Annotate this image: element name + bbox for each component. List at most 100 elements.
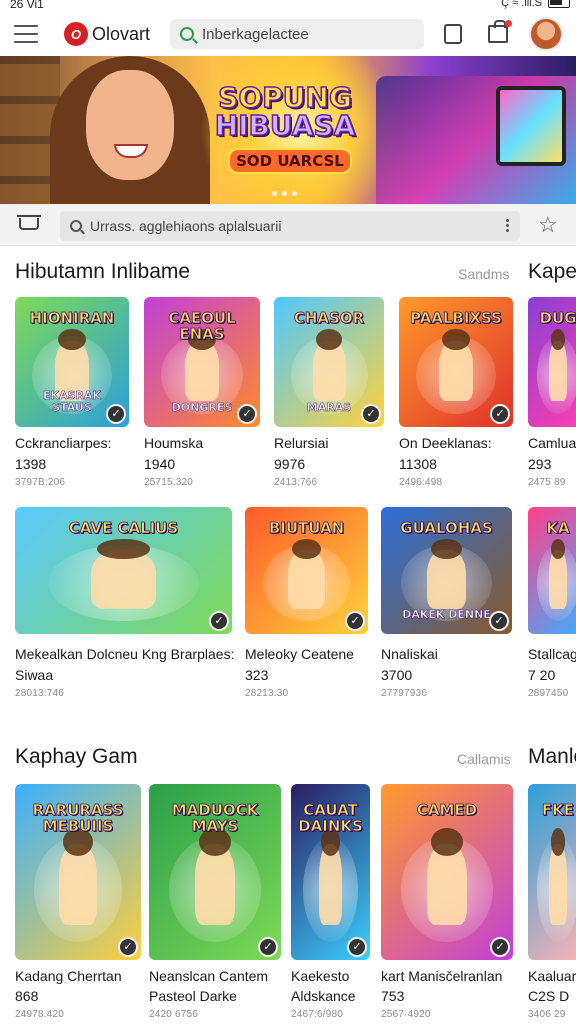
check-icon: ✓ xyxy=(237,404,257,424)
game-count: 11308 xyxy=(399,456,437,472)
battery-icon xyxy=(548,0,570,8)
search-icon xyxy=(70,220,82,232)
game-thumbnail[interactable]: BIUTUAN ✓ xyxy=(245,507,368,634)
game-meta: 2496:498 xyxy=(399,477,443,488)
app-logo[interactable]: O Olovart xyxy=(64,22,150,46)
game-card[interactable]: CAMED ✓ kart Manisčelranlan 753 2567·4920 xyxy=(381,784,513,1023)
more-options-icon[interactable] xyxy=(506,219,510,233)
game-card[interactable]: CAUAT DAINKS ✓ Kaekesto Aldskance 2467:6/980 xyxy=(291,784,370,1023)
check-icon: ✓ xyxy=(106,404,126,424)
check-icon: ✓ xyxy=(258,937,278,957)
game-card[interactable]: DUG Camluar 293 2475 89 xyxy=(528,297,576,491)
banner-person-graphic xyxy=(50,56,210,204)
game-card[interactable]: CAEOUL ENAS DONGRES ✓ Houmska 1940 25715:320 xyxy=(144,297,260,491)
game-thumbnail[interactable]: DUG xyxy=(528,297,576,427)
status-icons: Ç ≈ .ill.S xyxy=(501,0,570,9)
arcade-screen-graphic xyxy=(496,86,566,166)
game-thumbnail[interactable]: PAALBIXSS ✓ xyxy=(399,297,513,427)
signal-icon: Ç ≈ .ill.S xyxy=(501,0,542,9)
check-icon: ✓ xyxy=(489,611,509,631)
game-thumbnail[interactable]: CAEOUL ENAS DONGRES ✓ xyxy=(144,297,260,427)
game-thumbnail[interactable]: RARURASS MEBUIIS ✓ xyxy=(15,784,141,960)
check-icon: ✓ xyxy=(118,937,138,957)
game-name: Kaekesto xyxy=(291,968,350,984)
basket-icon[interactable] xyxy=(17,215,41,230)
game-thumbnail[interactable]: MADUOCK MAYS ✓ xyxy=(149,784,281,960)
character-figure-graphic xyxy=(427,827,467,925)
banner-title-line2: HIBUASA xyxy=(214,109,356,142)
game-count: 1940 xyxy=(144,456,176,472)
game-name: kart Manisčelranlan xyxy=(381,968,503,984)
thumbnail-title: CHASOR xyxy=(293,309,365,327)
game-card[interactable]: RARURASS MEBUIIS ✓ Kadang Cherrtan 868 24978… xyxy=(15,784,141,1023)
game-meta: 2413:766 xyxy=(274,477,318,488)
secondary-search-input[interactable] xyxy=(90,218,490,234)
game-count: 1398 xyxy=(15,456,47,472)
avatar[interactable] xyxy=(529,17,563,51)
game-name: Relursiai xyxy=(274,435,329,451)
game-name: Meleoky Ceatene xyxy=(245,646,354,662)
game-card[interactable]: PAALBIXSS ✓ On Deeklanas: 11308 2496:498 xyxy=(399,297,513,491)
game-count: 3700 xyxy=(381,667,413,683)
character-figure-graphic xyxy=(59,827,97,925)
top-bar: O Olovart xyxy=(0,12,576,56)
check-icon: ✓ xyxy=(209,611,229,631)
game-card[interactable]: BIUTUAN ✓ Meleoky Ceatene 323 28213:30 xyxy=(245,507,368,702)
game-meta: 2567·4920 xyxy=(381,1009,431,1020)
cart-icon[interactable] xyxy=(488,20,512,43)
next-section-peek-title: Kaper xyxy=(528,260,576,283)
search-bar[interactable] xyxy=(170,19,424,49)
game-thumbnail[interactable]: GUALOHAS DAKEK DENNE ✓ xyxy=(381,507,512,634)
next-section-peek-title: Manlo xyxy=(528,745,576,768)
game-thumbnail[interactable]: KA xyxy=(528,507,576,634)
game-name: Stallcag xyxy=(528,646,576,662)
game-thumbnail[interactable]: HIONIRAN EKASRAK STAUS ✓ xyxy=(15,297,129,427)
thumbnail-title: DUG xyxy=(539,309,576,327)
secondary-search-bar[interactable] xyxy=(60,211,520,241)
see-all-link[interactable]: Sandms xyxy=(458,266,509,282)
character-figure-graphic xyxy=(184,329,220,401)
game-count: 293 xyxy=(528,456,552,472)
thumbnail-title: HIONIRAN xyxy=(29,309,115,327)
game-thumbnail[interactable]: FKE xyxy=(528,784,576,960)
game-count: Aldskance xyxy=(291,988,356,1004)
thumbnail-title: PAALBIXSS xyxy=(410,309,503,327)
game-thumbnail[interactable]: CAMED ✓ xyxy=(381,784,513,960)
game-card[interactable]: GUALOHAS DAKEK DENNE ✓ Nnaliskai 3700 2779793… xyxy=(381,507,512,702)
character-figure-graphic xyxy=(288,538,325,609)
game-meta: 28013:746 xyxy=(15,688,65,699)
game-card[interactable]: CHASOR MARAS ✓ Relursiai 9976 2413:766 xyxy=(274,297,384,491)
game-meta: 2467:6/980 xyxy=(291,1009,344,1020)
banner-title: SOPUNG HIBUASA xyxy=(200,83,370,142)
game-meta: 2475 89 xyxy=(528,477,566,488)
game-meta: 3406 29 xyxy=(528,1009,566,1020)
tablet-icon[interactable] xyxy=(444,24,462,44)
game-count: Siwaa xyxy=(15,667,54,683)
character-figure-graphic xyxy=(549,827,567,925)
thumbnail-title: BIUTUAN xyxy=(268,518,345,537)
search-input[interactable] xyxy=(202,25,412,43)
thumbnail-title: CAMED xyxy=(416,800,478,819)
game-name: Neanslcan Cantem xyxy=(149,968,269,984)
game-card[interactable]: FKE Kaaluar C2S D 3406 29 xyxy=(528,784,576,1023)
section-title: Hibutamn Inlibame xyxy=(15,260,191,283)
menu-icon[interactable] xyxy=(14,25,38,43)
game-card[interactable]: CAVE CALIUS ✓ Mekealkan Dolcneu Kng Brarpl… xyxy=(15,507,234,702)
check-icon: ✓ xyxy=(490,937,510,957)
game-count: 7 20 xyxy=(528,667,556,683)
game-card[interactable]: HIONIRAN EKASRAK STAUS ✓ Cckrancliarpes: 139… xyxy=(15,297,129,491)
character-figure-graphic xyxy=(549,538,567,609)
star-icon[interactable]: ☆ xyxy=(538,214,558,236)
hero-banner[interactable]: SOPUNG HIBUASA SOD UARCSL xyxy=(0,56,576,204)
game-thumbnail[interactable]: CAUAT DAINKS ✓ xyxy=(291,784,370,960)
game-thumbnail[interactable]: CHASOR MARAS ✓ xyxy=(274,297,384,427)
thumbnail-title: CAVE CALIUS xyxy=(68,518,179,537)
see-all-link[interactable]: Callamis xyxy=(457,751,511,767)
game-thumbnail[interactable]: CAVE CALIUS ✓ xyxy=(15,507,232,634)
logo-mark: O xyxy=(64,22,88,46)
game-card[interactable]: MADUOCK MAYS ✓ Neanslcan Cantem Pasteol Dar… xyxy=(149,784,281,1023)
game-card[interactable]: KA Stallcag 7 20 2897450 xyxy=(528,507,576,702)
game-name: Kaaluar xyxy=(528,968,576,984)
banner-pagination[interactable] xyxy=(272,191,297,196)
game-count: Pasteol Darke xyxy=(149,988,237,1004)
